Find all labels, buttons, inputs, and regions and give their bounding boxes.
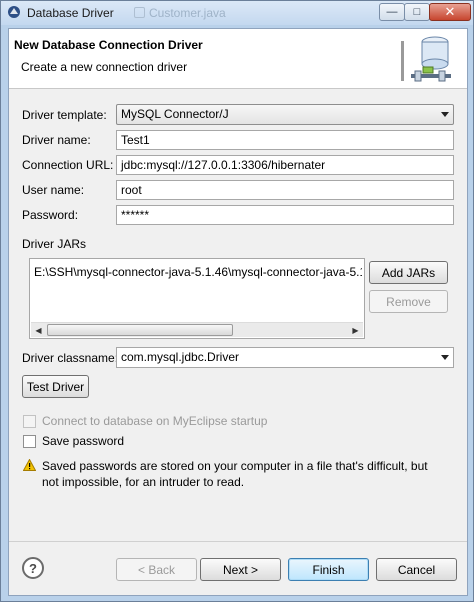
connect-on-startup-label: Connect to database on MyEclipse startup [42,414,268,428]
test-driver-button[interactable]: Test Driver [22,375,89,398]
driver-name-label: Driver name: [22,133,91,147]
save-password-checkbox[interactable]: Save password [23,434,124,448]
scrollbar-thumb[interactable] [47,324,233,336]
chevron-down-icon [441,355,449,360]
next-button[interactable]: Next > [200,558,281,581]
banner-title: New Database Connection Driver [14,38,203,52]
minimize-icon: — [386,6,398,18]
java-file-icon [134,7,145,18]
connection-url-label: Connection URL: [22,158,114,172]
password-label: Password: [22,208,79,222]
password-input[interactable]: ****** [116,205,454,225]
driver-template-select[interactable]: MySQL Connector/J [116,104,454,125]
finish-button[interactable]: Finish [288,558,369,581]
user-name-label: User name: [22,183,85,197]
add-jars-button[interactable]: Add JARs [369,261,448,284]
maximize-icon: □ [413,6,421,18]
myeclipse-app-icon [8,6,20,18]
connection-url-input[interactable]: jdbc:mysql://127.0.0.1:3306/hibernater [116,155,454,175]
background-tab-title: Customer.java [149,6,226,20]
driver-jars-label: Driver JARs [22,237,87,251]
wizard-banner: New Database Connection Driver Create a … [9,29,467,89]
driver-name-input[interactable]: Test1 [116,130,454,150]
banner-subtitle: Create a new connection driver [21,60,188,74]
cancel-button[interactable]: Cancel [376,558,457,581]
save-password-label: Save password [42,434,125,448]
database-connection-icon [401,36,451,82]
scroll-right-icon[interactable]: ▶ [348,323,363,337]
warning-icon [23,459,36,471]
database-driver-window: Database Driver Customer.java — □ ✕ New … [0,0,474,602]
user-name-input[interactable]: root [116,180,454,200]
driver-classname-label: Driver classname: [22,351,119,365]
dialog-client-area: New Database Connection Driver Create a … [8,28,468,596]
maximize-button[interactable]: □ [404,3,430,21]
help-icon[interactable]: ? [22,557,44,579]
close-button[interactable]: ✕ [429,3,471,21]
checkbox-box [23,414,36,428]
close-icon: ✕ [444,4,456,19]
driver-template-label: Driver template: [22,108,107,122]
list-item[interactable]: E:\SSH\mysql-connector-java-5.1.46\mysql… [34,265,362,279]
warning-message: Saved passwords are stored on your compu… [42,459,428,489]
remove-button[interactable]: Remove [369,290,448,313]
footer-separator [9,541,467,542]
minimize-button[interactable]: — [379,3,405,21]
checkbox-box [23,434,36,448]
connect-on-startup-checkbox[interactable]: Connect to database on MyEclipse startup [23,414,267,428]
back-button[interactable]: < Back [116,558,197,581]
horizontal-scrollbar[interactable]: ◀ ▶ [31,322,363,337]
title-bar[interactable]: Database Driver Customer.java — □ ✕ [1,1,473,25]
chevron-down-icon [441,112,449,117]
driver-jars-list[interactable]: E:\SSH\mysql-connector-java-5.1.46\mysql… [29,258,365,339]
driver-template-value: MySQL Connector/J [121,107,229,121]
window-title: Database Driver [27,6,114,20]
driver-classname-value: com.mysql.jdbc.Driver [121,350,240,364]
scroll-left-icon[interactable]: ◀ [31,323,46,337]
driver-classname-combo[interactable]: com.mysql.jdbc.Driver [116,347,454,368]
